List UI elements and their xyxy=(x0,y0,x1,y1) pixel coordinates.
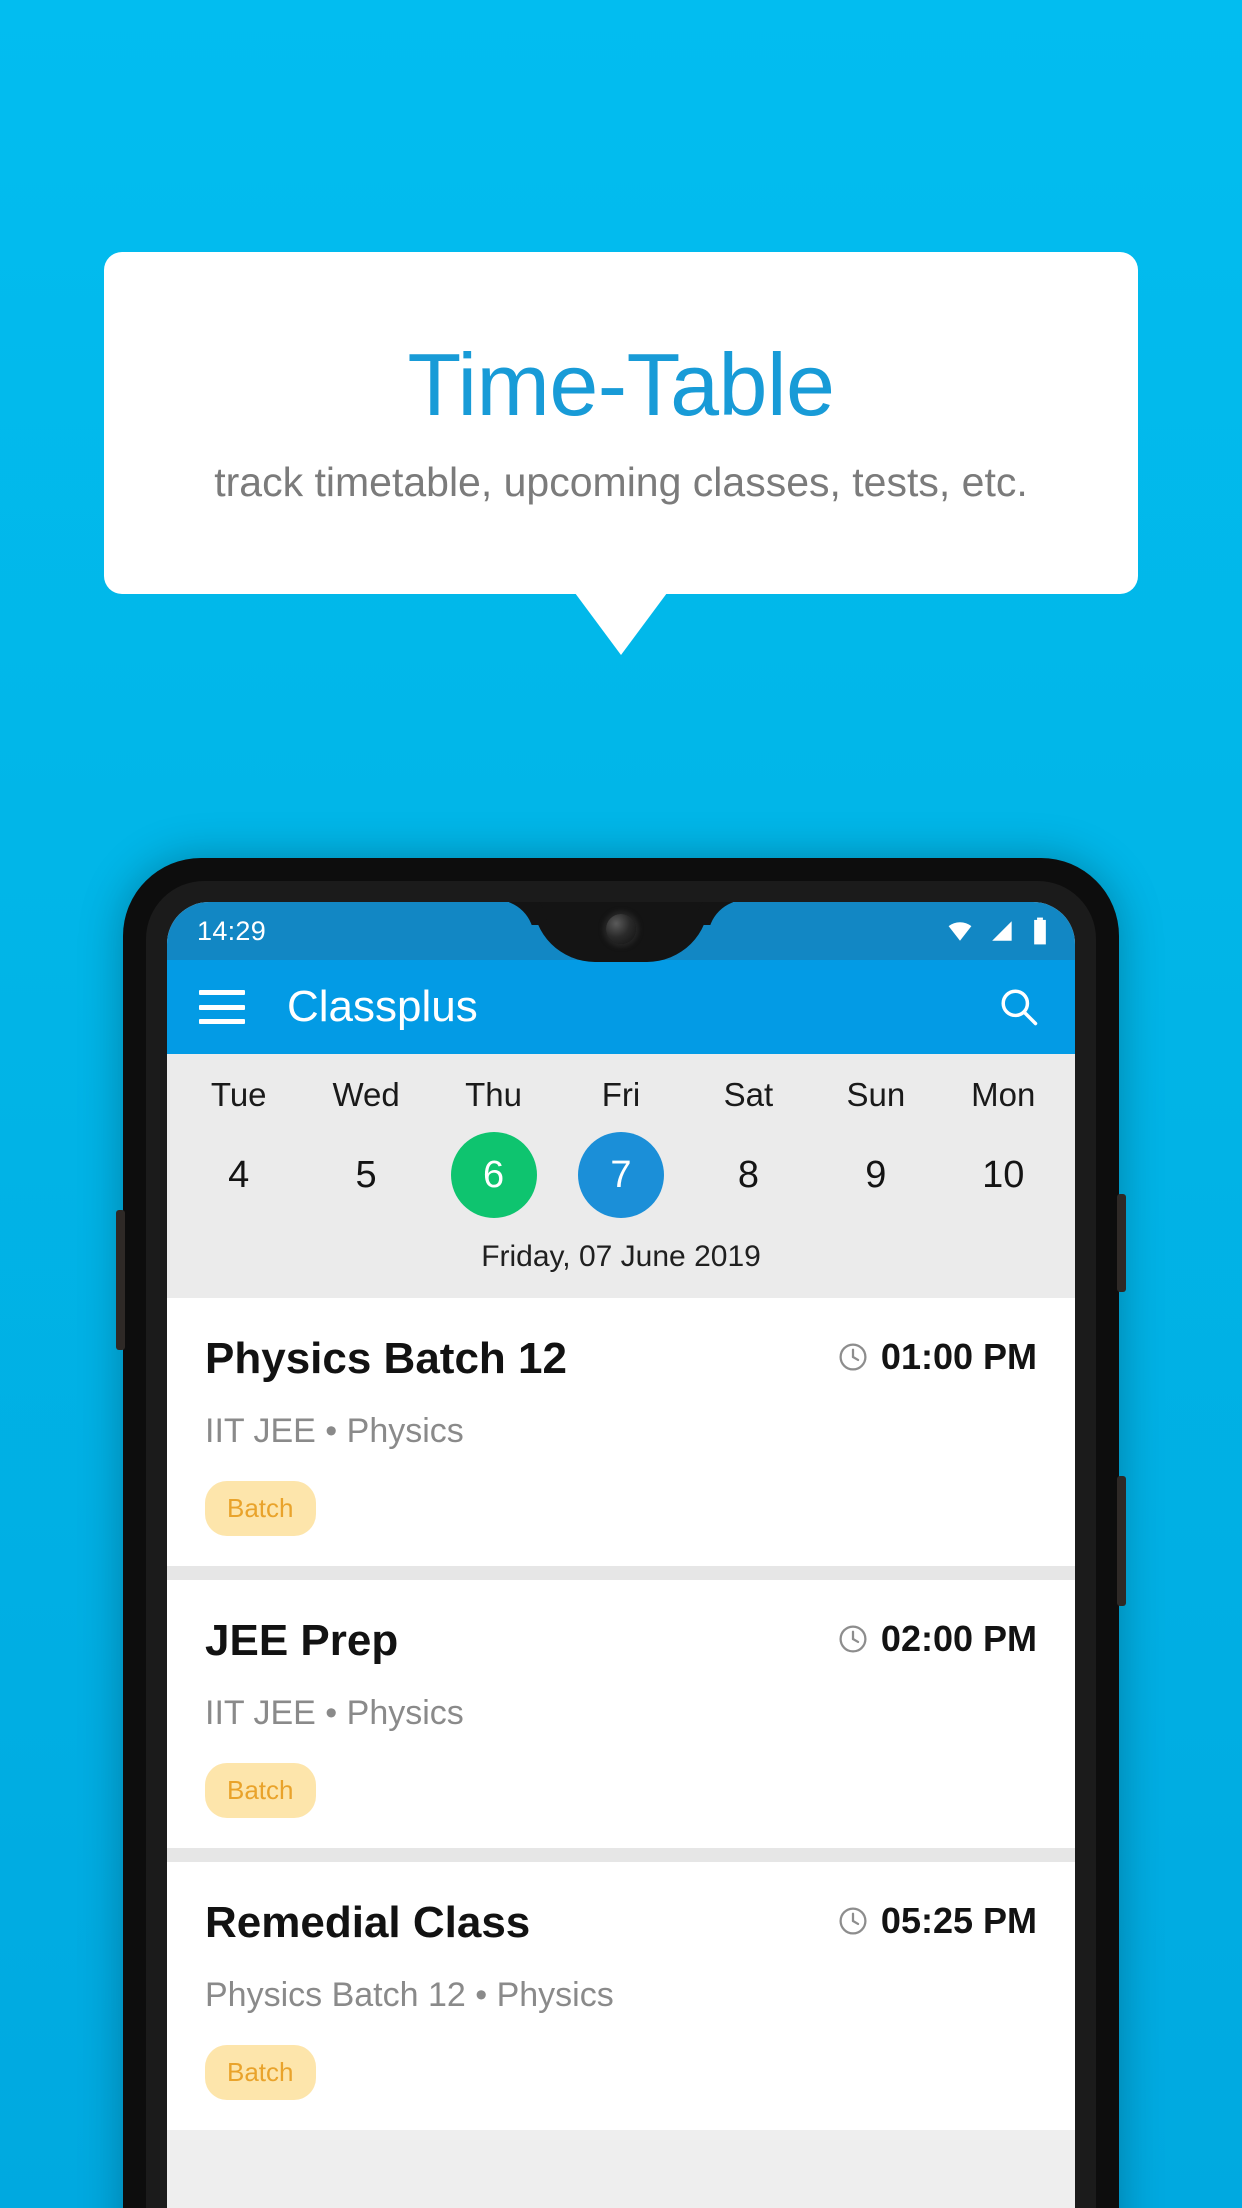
class-title: Physics Batch 12 xyxy=(205,1334,567,1383)
list-item[interactable]: JEE Prep 02:00 PM IIT JEE • Physics Batc… xyxy=(167,1580,1075,1848)
day-number: 8 xyxy=(737,1154,759,1196)
clock-icon xyxy=(839,1343,867,1371)
bubble-tail xyxy=(575,593,667,655)
class-list: Physics Batch 12 01:00 PM IIT JEE • Phys… xyxy=(167,1298,1075,2130)
wifi-icon xyxy=(948,922,972,941)
day-number: 4 xyxy=(228,1154,250,1196)
status-icons xyxy=(945,917,1049,945)
day-name: Thu xyxy=(465,1076,522,1113)
day-cell-sat[interactable]: Sat 8 xyxy=(685,1076,812,1218)
class-time: 01:00 PM xyxy=(837,1336,1037,1378)
status-badge: Batch xyxy=(205,2045,316,2100)
class-time-text: 01:00 PM xyxy=(880,1336,1037,1377)
day-name: Sun xyxy=(846,1076,906,1113)
notch xyxy=(533,902,709,962)
class-time: 05:25 PM xyxy=(837,1900,1037,1942)
status-badge: Batch xyxy=(205,1763,316,1818)
promo-screenshot: Time-Table track timetable, upcoming cla… xyxy=(0,0,1242,2208)
front-camera-icon xyxy=(606,914,636,944)
class-title: JEE Prep xyxy=(205,1616,399,1665)
day-number: 9 xyxy=(865,1154,887,1196)
day-number: 5 xyxy=(355,1154,377,1196)
hamburger-menu-icon[interactable] xyxy=(199,990,245,1024)
class-time-text: 05:25 PM xyxy=(880,1900,1037,1941)
day-name: Sat xyxy=(723,1076,774,1113)
day-cell-fri[interactable]: Fri 7 xyxy=(557,1076,684,1218)
day-cell-wed[interactable]: Wed 5 xyxy=(302,1076,429,1218)
class-subtitle: IIT JEE • Physics xyxy=(205,1694,464,1732)
power-button[interactable] xyxy=(1117,1476,1126,1606)
day-cell-tue[interactable]: Tue 4 xyxy=(175,1076,302,1218)
search-icon[interactable] xyxy=(997,985,1041,1029)
clock-icon xyxy=(839,1907,867,1935)
class-subtitle: Physics Batch 12 • Physics xyxy=(205,1976,614,2014)
day-strip: Tue 4 Wed 5 Thu 6 Fri 7 Sat 8 Sun 9 Mon … xyxy=(167,1054,1075,1298)
day-name: Wed xyxy=(332,1076,400,1113)
status-time: 14:29 xyxy=(197,915,267,946)
app-bar: Classplus xyxy=(167,960,1075,1054)
promo-bubble: Time-Table track timetable, upcoming cla… xyxy=(104,252,1138,594)
day-row: Tue 4 Wed 5 Thu 6 Fri 7 Sat 8 Sun 9 Mon … xyxy=(167,1076,1075,1218)
page-title: Time-Table xyxy=(407,335,835,435)
class-time: 02:00 PM xyxy=(837,1618,1037,1660)
day-name: Mon xyxy=(971,1076,1036,1113)
status-bar: 14:29 xyxy=(167,902,1075,962)
card-header: Physics Batch 12 01:00 PM xyxy=(205,1334,1037,1384)
day-number-selected: 7 xyxy=(577,1132,664,1218)
day-number: 10 xyxy=(982,1154,1025,1196)
class-subtitle: IIT JEE • Physics xyxy=(205,1412,464,1450)
signal-icon xyxy=(992,921,1012,941)
clock-icon xyxy=(839,1625,867,1653)
day-cell-thu[interactable]: Thu 6 xyxy=(430,1076,557,1218)
day-name: Tue xyxy=(210,1076,267,1113)
day-name: Fri xyxy=(601,1076,641,1113)
day-cell-sun[interactable]: Sun 9 xyxy=(812,1076,939,1218)
volume-down-button[interactable] xyxy=(116,1210,125,1350)
page-subtitle: track timetable, upcoming classes, tests… xyxy=(214,458,1028,505)
phone-display: 14:29 Classplus Tue 4 Wed 5 Thu 6 Fri 7 … xyxy=(167,902,1075,2208)
selected-date-label: Friday, 07 June 2019 xyxy=(481,1240,761,1273)
list-item[interactable]: Remedial Class 05:25 PM Physics Batch 12… xyxy=(167,1862,1075,2130)
app-title: Classplus xyxy=(287,982,478,1031)
status-badge: Batch xyxy=(205,1481,316,1536)
card-header: JEE Prep 02:00 PM xyxy=(205,1616,1037,1666)
volume-up-button[interactable] xyxy=(1117,1194,1126,1292)
phone-mockup: 14:29 Classplus Tue 4 Wed 5 Thu 6 Fri 7 … xyxy=(116,858,1126,2208)
class-title: Remedial Class xyxy=(205,1898,531,1947)
battery-icon xyxy=(1034,917,1046,945)
card-header: Remedial Class 05:25 PM xyxy=(205,1898,1037,1948)
class-time-text: 02:00 PM xyxy=(880,1618,1037,1659)
day-number-today: 6 xyxy=(450,1132,537,1218)
day-cell-mon[interactable]: Mon 10 xyxy=(940,1076,1067,1218)
list-item[interactable]: Physics Batch 12 01:00 PM IIT JEE • Phys… xyxy=(167,1298,1075,1566)
